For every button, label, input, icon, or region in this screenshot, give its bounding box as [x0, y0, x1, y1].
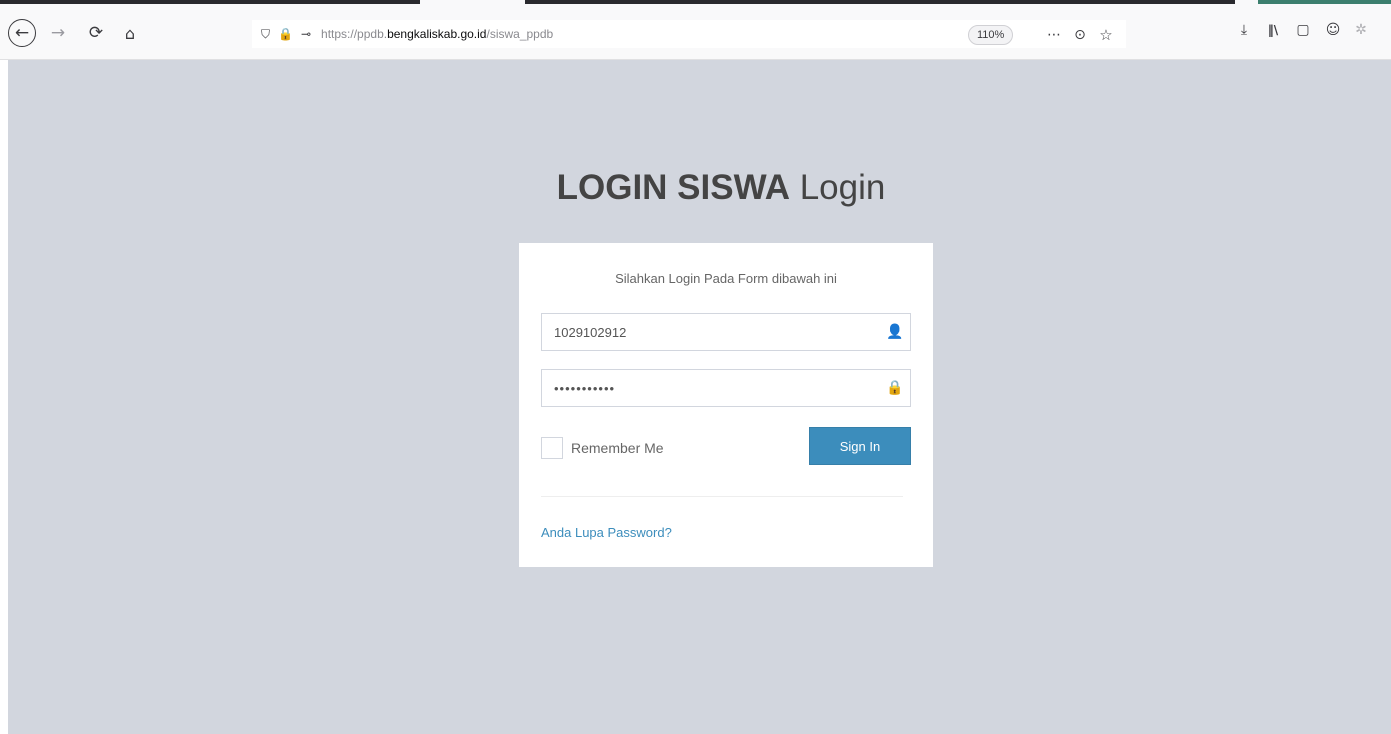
- page-actions-icon[interactable]: ⋯: [1041, 21, 1067, 49]
- account-icon[interactable]: ☺: [1322, 19, 1344, 41]
- key-icon[interactable]: ⊸: [301, 27, 311, 41]
- page-title-bold: LOGIN SISWA: [556, 168, 790, 207]
- bookmark-star-icon[interactable]: ☆: [1093, 21, 1119, 49]
- download-icon[interactable]: ⤓: [1233, 19, 1255, 41]
- forgot-password-link[interactable]: Anda Lupa Password?: [541, 525, 672, 540]
- url-path: /siswa_ppdb: [486, 27, 554, 41]
- back-icon[interactable]: ←: [8, 19, 36, 47]
- tab-strip-segment: [0, 0, 420, 4]
- tab-strip: [0, 0, 1391, 8]
- pocket-icon[interactable]: ⊙: [1067, 21, 1093, 49]
- url-host: bengkaliskab.go.id: [387, 27, 487, 41]
- user-icon: 👤: [886, 324, 904, 340]
- home-icon[interactable]: ⌂: [118, 19, 142, 47]
- url-text[interactable]: https://ppdb.bengkaliskab.go.id/siswa_pp…: [321, 27, 553, 41]
- login-box: Silahkan Login Pada Form dibawah ini 👤 🔒…: [519, 243, 933, 567]
- password-group: 🔒: [541, 369, 911, 407]
- username-group: 👤: [541, 313, 911, 351]
- password-input[interactable]: [542, 370, 880, 406]
- extension-icon[interactable]: ✲: [1350, 19, 1372, 41]
- username-input[interactable]: [542, 314, 880, 350]
- page-title: LOGIN SISWA Login: [8, 168, 1391, 208]
- sign-in-button[interactable]: Sign In: [809, 427, 911, 465]
- url-prefix: https://ppdb.: [321, 27, 388, 41]
- browser-toolbar: ← → ⟳ ⌂ ⛉ 🔒 ⊸ https://ppdb.bengkaliskab.…: [0, 8, 1391, 60]
- login-message: Silahkan Login Pada Form dibawah ini: [615, 271, 837, 286]
- lock-icon: 🔒: [886, 380, 904, 396]
- divider: [541, 496, 903, 497]
- reload-icon[interactable]: ⟳: [84, 19, 108, 47]
- tab-strip-segment: [1258, 0, 1391, 4]
- forward-icon[interactable]: →: [46, 19, 70, 47]
- tab-strip-segment: [525, 0, 1235, 4]
- page-title-rest: Login: [789, 168, 886, 207]
- library-icon[interactable]: ‖\: [1262, 19, 1284, 41]
- remember-checkbox[interactable]: [541, 437, 563, 459]
- sidebar-icon[interactable]: ▢: [1292, 19, 1314, 41]
- zoom-badge[interactable]: 110%: [968, 25, 1014, 45]
- remember-me: Remember Me: [541, 437, 664, 459]
- lock-icon[interactable]: 🔒: [278, 27, 293, 41]
- remember-label: Remember Me: [571, 440, 664, 456]
- url-bar[interactable]: ⛉ 🔒 ⊸ https://ppdb.bengkaliskab.go.id/si…: [252, 20, 1126, 48]
- shield-icon[interactable]: ⛉: [261, 27, 270, 42]
- page-viewport: LOGIN SISWA Login Silahkan Login Pada Fo…: [8, 60, 1391, 734]
